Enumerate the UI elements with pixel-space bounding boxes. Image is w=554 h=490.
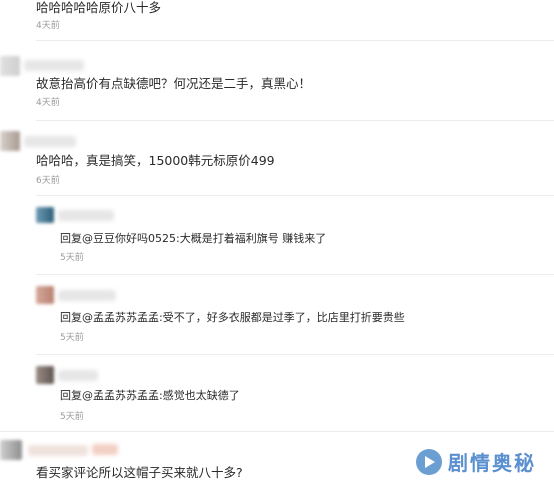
comment-time: 6天前 (36, 176, 60, 186)
comment-text: 哈哈哈，真是搞笑，15000韩元标原价499 (36, 153, 275, 168)
reply-time: 5天前 (60, 333, 84, 343)
avatar[interactable] (36, 286, 54, 304)
username-blurred[interactable] (92, 444, 118, 455)
avatar[interactable] (0, 56, 20, 76)
divider (36, 120, 554, 121)
reply-text: 回复@豆豆你好吗0525:大概是打着福利旗号 赚钱来了 (60, 232, 327, 245)
avatar[interactable] (36, 207, 54, 223)
divider (36, 40, 554, 41)
username-blurred[interactable] (24, 136, 76, 147)
username-blurred[interactable] (58, 210, 114, 221)
avatar[interactable] (0, 131, 20, 151)
avatar[interactable] (36, 366, 54, 384)
divider (0, 431, 554, 432)
comment-text: 看买家评论所以这帽子买来就八十多? (36, 465, 243, 480)
comment-text: 哈哈哈哈哈原价八十多 (36, 0, 162, 15)
username-blurred[interactable] (58, 370, 98, 381)
divider (36, 354, 554, 355)
reply-text: 回复@孟孟苏苏孟孟:感觉也太缺德了 (60, 389, 240, 402)
divider (36, 195, 554, 196)
username-blurred[interactable] (58, 290, 116, 301)
reply-time: 5天前 (60, 412, 84, 422)
username-blurred[interactable] (28, 445, 88, 456)
reply-text: 回复@孟孟苏苏孟孟:受不了，好多衣服都是过季了，比店里打折要贵些 (60, 311, 405, 324)
comment-time: 4天前 (36, 21, 60, 31)
comment-text: 故意抬高价有点缺德吧？何况还是二手，真黑心！ (36, 76, 312, 91)
avatar[interactable] (0, 440, 22, 460)
watermark-text: 剧情奥秘 (448, 451, 536, 475)
username-blurred[interactable] (24, 60, 84, 71)
watermark: 剧情奥秘 (416, 447, 536, 476)
reply-time: 5天前 (60, 253, 84, 263)
comment-time: 4天前 (36, 98, 60, 108)
divider (36, 274, 554, 275)
play-logo-icon (416, 448, 442, 475)
